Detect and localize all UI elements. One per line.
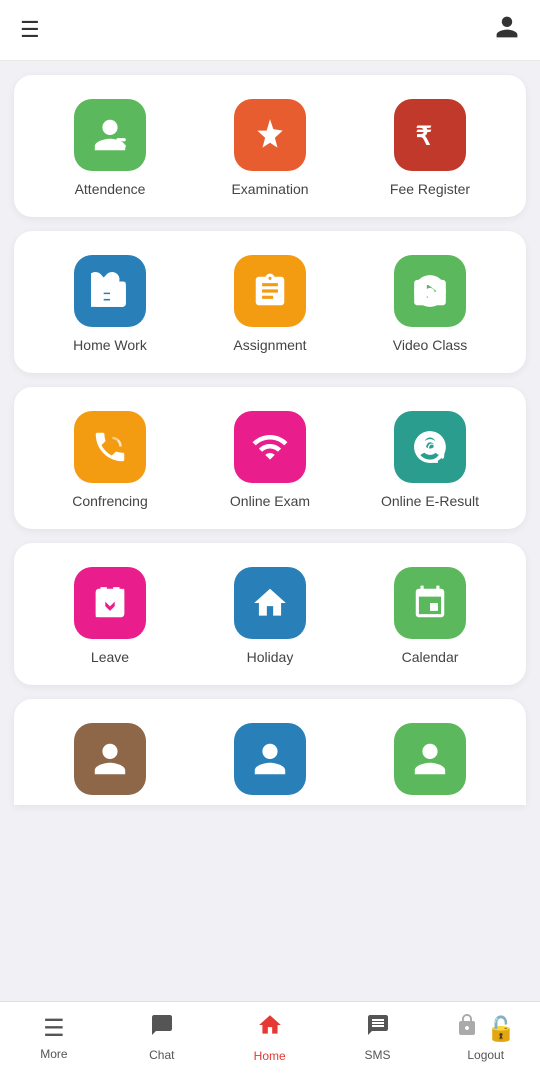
holiday-label: Holiday	[247, 649, 294, 665]
conferencing-label: Confrencing	[72, 493, 148, 509]
nav-chat[interactable]: Chat	[132, 1013, 192, 1062]
partial-1-icon-wrap	[74, 723, 146, 795]
online-exam-icon-wrap	[234, 411, 306, 483]
assignment-icon-wrap	[234, 255, 306, 327]
home-work-icon-wrap	[74, 255, 146, 327]
menu-item-partial-3[interactable]	[370, 723, 490, 795]
examination-icon-wrap	[234, 99, 306, 171]
fee-register-label: Fee Register	[390, 181, 470, 197]
menu-item-video-class[interactable]: Video Class	[370, 255, 490, 353]
home-work-label: Home Work	[73, 337, 147, 353]
chat-icon	[150, 1013, 174, 1044]
menu-item-leave[interactable]: Leave	[50, 567, 170, 665]
menu-item-conferencing[interactable]: Confrencing	[50, 411, 170, 509]
menu-item-holiday[interactable]: Holiday	[210, 567, 330, 665]
nav-home[interactable]: Home	[240, 1012, 300, 1063]
menu-item-online-exam[interactable]: Online Exam	[210, 411, 330, 509]
calendar-label: Calendar	[402, 649, 459, 665]
svg-text:₹: ₹	[416, 123, 432, 151]
hamburger-icon[interactable]: ☰	[20, 17, 40, 43]
menu-item-calendar[interactable]: Calendar	[370, 567, 490, 665]
menu-item-online-e-result[interactable]: @ Online E-Result	[370, 411, 490, 509]
card-row-3: Confrencing Online Exam @ Online E-Resul…	[14, 387, 526, 529]
menu-item-partial-1[interactable]	[50, 723, 170, 795]
menu-item-assignment[interactable]: Assignment	[210, 255, 330, 353]
online-e-result-label: Online E-Result	[381, 493, 479, 509]
video-class-icon-wrap	[394, 255, 466, 327]
partial-2-icon-wrap	[234, 723, 306, 795]
menu-item-partial-2[interactable]	[210, 723, 330, 795]
card-row-4: Leave Holiday Calendar	[14, 543, 526, 685]
menu-item-fee-register[interactable]: ₹ Fee Register	[370, 99, 490, 197]
assignment-label: Assignment	[233, 337, 306, 353]
examination-label: Examination	[231, 181, 308, 197]
home-icon	[257, 1012, 283, 1045]
nav-sms[interactable]: SMS	[348, 1013, 408, 1062]
online-e-result-icon-wrap: @	[394, 411, 466, 483]
profile-icon[interactable]	[494, 14, 520, 46]
card-row-2: Home Work Assignment Video Class	[14, 231, 526, 373]
sms-label: SMS	[365, 1048, 391, 1062]
more-label: More	[40, 1047, 67, 1061]
conferencing-icon-wrap	[74, 411, 146, 483]
home-label: Home	[254, 1049, 286, 1063]
header: ☰	[0, 0, 540, 61]
sms-icon	[366, 1013, 390, 1044]
online-exam-label: Online Exam	[230, 493, 310, 509]
nav-logout[interactable]: 🔓 Logout	[455, 1013, 516, 1062]
partial-3-icon-wrap	[394, 723, 466, 795]
calendar-icon-wrap	[394, 567, 466, 639]
logout-label: Logout	[467, 1048, 504, 1062]
main-content: Attendence Examination ₹ Fee Register Ho…	[0, 61, 540, 885]
menu-item-attendence[interactable]: Attendence	[50, 99, 170, 197]
holiday-icon-wrap	[234, 567, 306, 639]
attendence-icon-wrap	[74, 99, 146, 171]
video-class-label: Video Class	[393, 337, 467, 353]
more-icon: ☰	[43, 1014, 65, 1043]
fee-register-icon-wrap: ₹	[394, 99, 466, 171]
nav-more[interactable]: ☰ More	[24, 1014, 84, 1061]
menu-item-examination[interactable]: Examination	[210, 99, 330, 197]
bottom-nav: ☰ More Chat Home SMS 🔓 Logout	[0, 1001, 540, 1077]
menu-item-home-work[interactable]: Home Work	[50, 255, 170, 353]
leave-icon-wrap	[74, 567, 146, 639]
leave-label: Leave	[91, 649, 129, 665]
chat-label: Chat	[149, 1048, 174, 1062]
card-row-partial	[14, 699, 526, 805]
attendence-label: Attendence	[75, 181, 146, 197]
logout-icon: 🔓	[455, 1013, 516, 1044]
card-row-1: Attendence Examination ₹ Fee Register	[14, 75, 526, 217]
